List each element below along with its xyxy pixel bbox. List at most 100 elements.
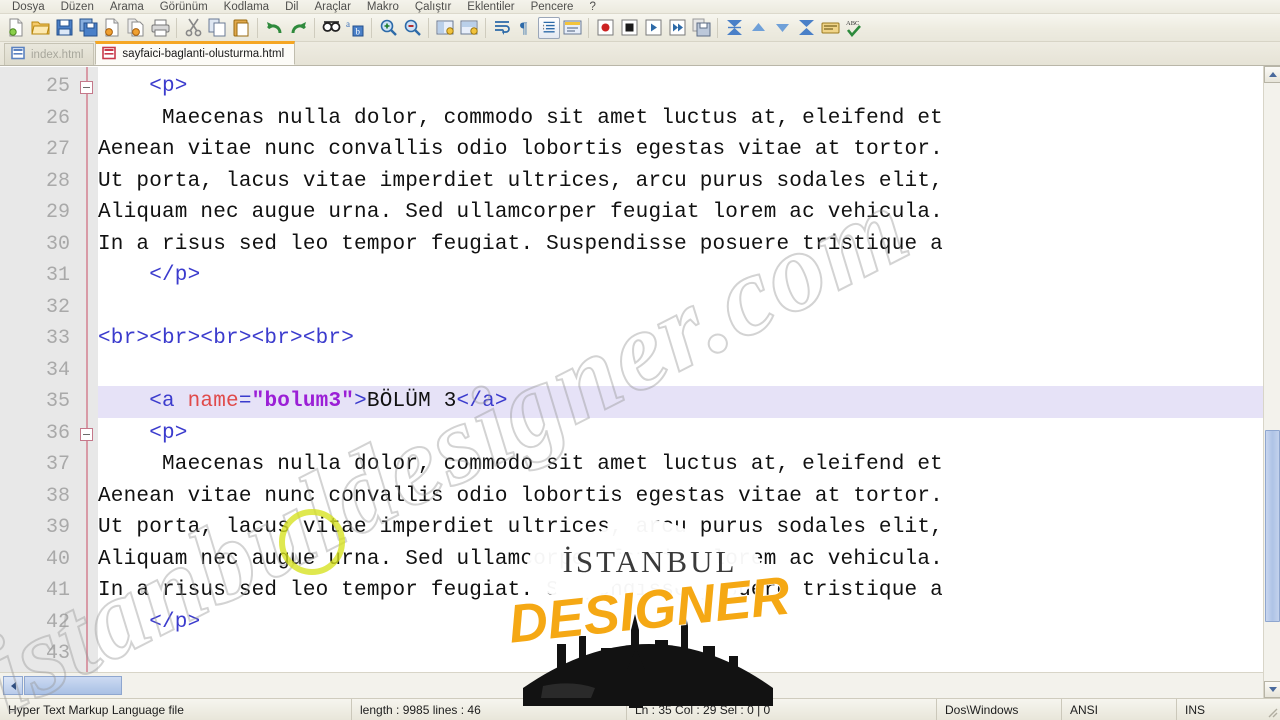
code-line[interactable]: Maecenas nulla dolor, commodo sit amet l… (98, 449, 1280, 481)
code-line[interactable]: Aliquam nec augue urna. Sed ullamcorper … (98, 544, 1280, 576)
scroll-down-button[interactable] (1264, 681, 1280, 698)
expand-level-icon[interactable] (770, 16, 794, 40)
macro-save-icon[interactable] (689, 16, 713, 40)
collapse-all-icon[interactable] (722, 16, 746, 40)
macro-play-multiple-icon[interactable] (665, 16, 689, 40)
horizontal-scroll-thumb[interactable] (24, 676, 122, 695)
undo-icon[interactable] (262, 16, 286, 40)
close-file-icon[interactable] (100, 16, 124, 40)
fold-cell[interactable] (76, 481, 98, 513)
open-file-icon[interactable] (28, 16, 52, 40)
find-icon[interactable] (319, 16, 343, 40)
code-line[interactable] (98, 355, 1280, 387)
code-line[interactable]: In a risus sed leo tempor feugiat. Suspe… (98, 229, 1280, 261)
show-all-characters-icon[interactable]: ¶ (514, 16, 538, 40)
zoom-in-icon[interactable] (376, 16, 400, 40)
fold-cell[interactable] (76, 71, 98, 103)
code-line[interactable]: </p> (98, 607, 1280, 639)
fold-margin[interactable] (76, 67, 98, 698)
horizontal-scrollbar[interactable] (0, 672, 1263, 698)
fold-collapse-box[interactable] (80, 427, 93, 441)
menu-dil[interactable]: Dil (277, 1, 306, 13)
code-line[interactable]: <p> (98, 71, 1280, 103)
code-line[interactable]: In a risus sed leo tempor feugiat. Suspe… (98, 575, 1280, 607)
menu-calistir[interactable]: Çalıştır (407, 1, 459, 13)
close-all-icon[interactable] (124, 16, 148, 40)
replace-icon[interactable]: ab (343, 16, 367, 40)
fold-cell[interactable] (76, 323, 98, 355)
fold-cell[interactable] (76, 355, 98, 387)
expand-all-icon[interactable] (794, 16, 818, 40)
copy-icon[interactable] (205, 16, 229, 40)
code-line[interactable]: <p> (98, 418, 1280, 450)
code-text[interactable]: <p> Maecenas nulla dolor, commodo sit am… (98, 67, 1280, 698)
save-icon[interactable] (52, 16, 76, 40)
document-map-icon[interactable] (818, 16, 842, 40)
fold-cell[interactable] (76, 197, 98, 229)
print-icon[interactable] (148, 16, 172, 40)
new-file-icon[interactable] (4, 16, 28, 40)
user-defined-language-icon[interactable] (560, 16, 584, 40)
redo-icon[interactable] (286, 16, 310, 40)
fold-cell[interactable] (76, 386, 98, 418)
resize-grip-icon[interactable] (1264, 704, 1278, 718)
code-line[interactable]: </p> (98, 260, 1280, 292)
spell-check-icon[interactable]: ABC (842, 16, 866, 40)
fold-cell[interactable] (76, 638, 98, 670)
macro-stop-icon[interactable] (617, 16, 641, 40)
fold-cell[interactable] (76, 103, 98, 135)
menu-kodlama[interactable]: Kodlama (216, 1, 277, 13)
fold-cell[interactable] (76, 418, 98, 450)
fold-cell[interactable] (76, 449, 98, 481)
indent-guide-icon[interactable] (538, 16, 560, 39)
code-line[interactable]: Maecenas nulla dolor, commodo sit amet l… (98, 103, 1280, 135)
code-line[interactable]: Aenean vitae nunc convallis odio loborti… (98, 134, 1280, 166)
menu-araclar[interactable]: Araçlar (306, 1, 358, 13)
vertical-scroll-thumb[interactable] (1265, 430, 1280, 622)
cut-icon[interactable] (181, 16, 205, 40)
paste-icon[interactable] (229, 16, 253, 40)
zoom-out-icon[interactable] (400, 16, 424, 40)
fold-cell[interactable] (76, 229, 98, 261)
macro-record-icon[interactable] (593, 16, 617, 40)
code-line[interactable]: Aliquam nec augue urna. Sed ullamcorper … (98, 197, 1280, 229)
scroll-left-button[interactable] (3, 676, 23, 695)
code-line[interactable] (98, 292, 1280, 324)
code-line-current[interactable]: <a name="bolum3">BÖLÜM 3</a> (98, 386, 1280, 418)
scroll-up-button[interactable] (1264, 66, 1280, 83)
menu-help[interactable]: ? (581, 1, 603, 13)
fold-cell[interactable] (76, 134, 98, 166)
code-line[interactable] (98, 638, 1280, 670)
fold-cell[interactable] (76, 292, 98, 324)
macro-play-icon[interactable] (641, 16, 665, 40)
code-line[interactable]: <br><br><br><br><br> (98, 323, 1280, 355)
menu-duzen[interactable]: Düzen (53, 1, 102, 13)
sync-horizontal-scroll-icon[interactable] (457, 16, 481, 40)
tab-index-html[interactable]: index.html (4, 43, 95, 65)
fold-cell[interactable] (76, 260, 98, 292)
fold-collapse-box[interactable] (80, 81, 93, 94)
menu-eklentiler[interactable]: Eklentiler (459, 1, 522, 13)
menu-dosya[interactable]: Dosya (4, 1, 53, 13)
editor-area[interactable]: 25 26 27 28 29 30 31 32 33 34 35 36 37 38 39 40 41 42 43 <… (0, 66, 1280, 698)
fold-cell[interactable] (76, 166, 98, 198)
fold-cell[interactable] (76, 512, 98, 544)
sync-vertical-scroll-icon[interactable] (433, 16, 457, 40)
fold-cell[interactable] (76, 575, 98, 607)
vertical-scrollbar[interactable] (1263, 66, 1280, 698)
menu-arama[interactable]: Arama (102, 1, 152, 13)
tab-sayfaici-baglanti-olusturma-html[interactable]: sayfaici-baglanti-olusturma.html (95, 41, 296, 65)
status-eol-format[interactable]: Dos\Windows (937, 698, 1062, 720)
code-line[interactable]: Ut porta, lacus vitae imperdiet ultrices… (98, 512, 1280, 544)
menu-pencere[interactable]: Pencere (523, 1, 582, 13)
collapse-level-icon[interactable] (746, 16, 770, 40)
word-wrap-icon[interactable] (490, 16, 514, 40)
status-encoding[interactable]: ANSI (1062, 698, 1177, 720)
fold-cell[interactable] (76, 544, 98, 576)
code-line[interactable]: Aenean vitae nunc convallis odio loborti… (98, 481, 1280, 513)
code-line[interactable]: Ut porta, lacus vitae imperdiet ultrices… (98, 166, 1280, 198)
fold-cell[interactable] (76, 607, 98, 639)
save-all-icon[interactable] (76, 16, 100, 40)
menu-gorunum[interactable]: Görünüm (152, 1, 216, 13)
menu-makro[interactable]: Makro (359, 1, 407, 13)
